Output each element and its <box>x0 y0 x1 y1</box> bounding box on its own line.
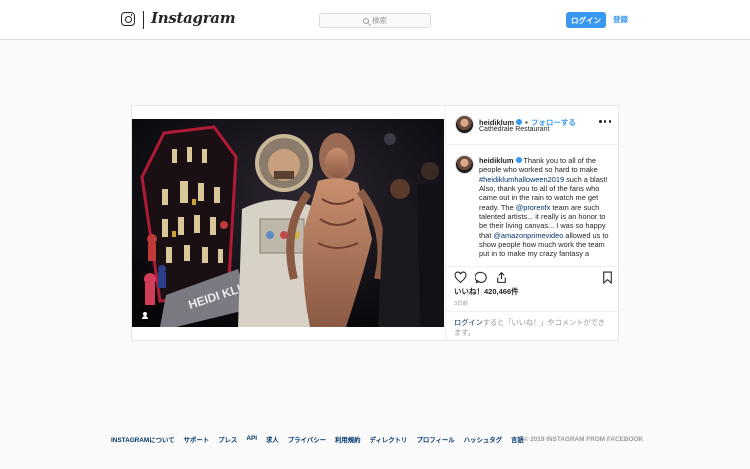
footer-links: INSTAGRAMについて サポート プレス API 求人 プライバシー 利用規… <box>111 435 524 444</box>
avatar[interactable] <box>455 115 474 134</box>
footer-link-hashtags[interactable]: ハッシュタグ <box>464 435 502 444</box>
footer-link-terms[interactable]: 利用規約 <box>335 435 361 444</box>
user-tag-icon[interactable] <box>139 309 151 321</box>
footer-link-privacy[interactable]: プライバシー <box>288 435 326 444</box>
footer: INSTAGRAMについて サポート プレス API 求人 プライバシー 利用規… <box>111 434 643 444</box>
post-sidebar: heidiklum • フォローする Cathédrale Restaurant… <box>445 106 619 340</box>
top-navigation: Instagram 検索 ログイン 登録 <box>0 0 750 40</box>
instagram-glyph-icon[interactable] <box>121 12 135 26</box>
post-card: HEIDI KLUM heidiklum • フォローする Cathédrale… <box>131 105 619 341</box>
heart-icon[interactable] <box>454 271 467 284</box>
post-actions <box>446 266 619 286</box>
mention-link[interactable]: @amazonprimevideo <box>493 231 563 240</box>
post-timestamp[interactable]: 3日前 <box>454 299 468 307</box>
share-icon[interactable] <box>495 271 508 284</box>
logo-divider <box>143 11 144 29</box>
verified-icon <box>516 119 523 125</box>
comment-icon[interactable] <box>475 271 488 284</box>
footer-link-language[interactable]: 言語 <box>511 435 524 444</box>
footer-link-press[interactable]: プレス <box>218 435 237 444</box>
more-options-icon[interactable] <box>599 120 611 124</box>
footer-link-api[interactable]: API <box>246 435 257 444</box>
login-button[interactable]: ログイン <box>566 12 606 28</box>
signup-link[interactable]: 登録 <box>613 14 628 25</box>
footer-link-support[interactable]: サポート <box>184 435 210 444</box>
footer-link-jobs[interactable]: 求人 <box>266 435 279 444</box>
mention-link[interactable]: @prorenfx <box>516 203 551 212</box>
prompt-login-link[interactable]: ログイン <box>454 318 483 327</box>
caption: heidiklum Thank you to all of the people… <box>446 146 619 259</box>
search-icon <box>363 17 369 24</box>
post-location[interactable]: Cathédrale Restaurant <box>479 126 549 133</box>
avatar[interactable] <box>455 155 474 174</box>
post-photo[interactable]: HEIDI KLUM <box>132 119 444 327</box>
footer-link-directory[interactable]: ディレクトリ <box>370 435 408 444</box>
search-box[interactable]: 検索 <box>319 13 431 28</box>
post-header: heidiklum • フォローする Cathédrale Restaurant <box>446 106 619 145</box>
verified-icon <box>515 157 522 163</box>
instagram-wordmark[interactable]: Instagram <box>151 9 236 27</box>
bookmark-icon[interactable] <box>601 271 614 284</box>
like-count[interactable]: いいね！420,466件 <box>454 286 519 297</box>
caption-username[interactable]: heidiklum <box>479 156 514 165</box>
footer-link-about[interactable]: INSTAGRAMについて <box>111 435 175 444</box>
caption-text: heidiklum Thank you to all of the people… <box>479 156 613 259</box>
footer-link-profiles[interactable]: プロフィール <box>416 435 454 444</box>
hashtag-link[interactable]: #heidiklumhalloween2019 <box>479 175 564 184</box>
copyright: © 2019 INSTAGRAM FROM FACEBOOK <box>523 435 644 443</box>
search-placeholder: 検索 <box>372 16 387 25</box>
login-prompt: ログインすると「いいね！」やコメントができます。 <box>446 311 619 341</box>
